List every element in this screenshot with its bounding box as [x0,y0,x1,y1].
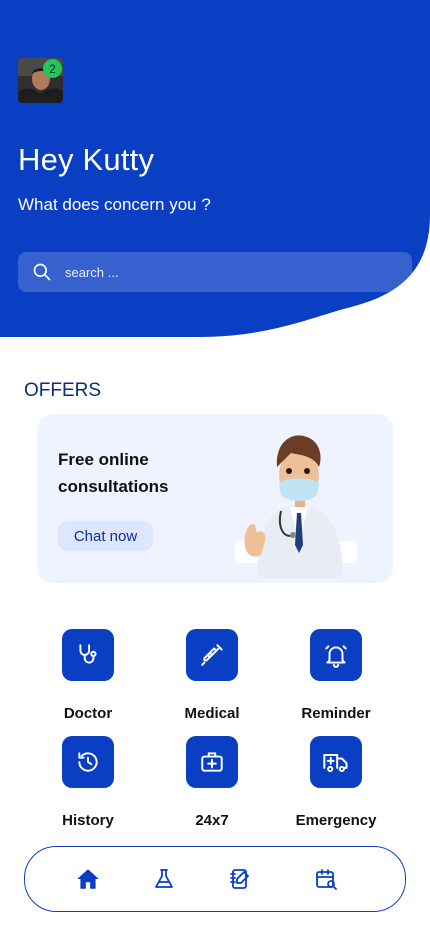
bottom-nav [24,846,406,912]
calendar-search-icon[interactable] [312,865,340,893]
service-doctor[interactable]: Doctor [38,629,138,722]
flask-icon[interactable] [150,865,178,893]
service-label: Emergency [295,812,377,829]
service-emergency[interactable]: Emergency [286,736,386,829]
bell-icon [310,629,362,681]
syringe-icon [186,629,238,681]
chat-now-button[interactable]: Chat now [58,521,153,551]
service-label: Reminder [301,705,371,722]
service-history[interactable]: History [38,736,138,829]
service-medical[interactable]: Medical [162,629,262,722]
stethoscope-icon [62,629,114,681]
service-label: 24x7 [195,812,229,829]
service-label: Doctor [63,705,113,722]
search-input[interactable] [63,263,367,281]
service-reminder[interactable]: Reminder [286,629,386,722]
notebook-edit-icon[interactable] [226,865,254,893]
notification-badge: 2 [43,59,62,78]
search-icon [33,263,51,281]
offers-title: OFFERS [24,380,102,401]
service-24x7[interactable]: 24x7 [162,736,262,829]
ambulance-icon [310,736,362,788]
offer-text: Free online consultations [58,450,169,496]
header: 2 Hey Kutty What does concern you ? [0,0,430,337]
search-bar[interactable] [18,252,412,292]
greeting-subtitle: What does concern you ? [18,195,211,214]
offer-card[interactable]: Free online consultations Chat now [37,414,393,583]
home-icon[interactable] [74,865,102,893]
first-aid-kit-icon [186,736,238,788]
service-label: History [62,812,114,829]
doctor-illustration [235,435,357,579]
greeting-title: Hey Kutty [18,142,155,177]
history-icon [62,736,114,788]
service-label: Medical [184,705,240,722]
